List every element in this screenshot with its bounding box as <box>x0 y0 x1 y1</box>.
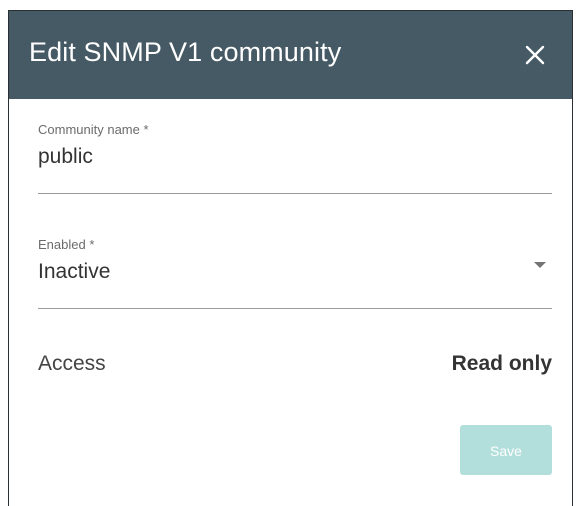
dialog-header: Edit SNMP V1 community <box>9 11 572 99</box>
enabled-selected-value[interactable]: Inactive <box>38 260 552 284</box>
dialog-title: Edit SNMP V1 community <box>29 37 342 67</box>
close-icon[interactable] <box>524 44 546 66</box>
access-value: Read only <box>451 352 552 375</box>
access-label: Access <box>38 352 106 375</box>
community-name-field[interactable]: Community name * public <box>38 122 552 195</box>
community-name-input[interactable]: public <box>38 145 552 169</box>
enabled-select[interactable]: Enabled * Inactive <box>38 237 552 309</box>
access-row: Access Read only <box>38 352 552 376</box>
enabled-label: Enabled * <box>38 237 95 252</box>
community-name-label: Community name * <box>38 122 149 137</box>
community-name-underline <box>38 193 552 194</box>
save-button[interactable]: Save <box>460 425 552 475</box>
edit-community-dialog: Edit SNMP V1 community Community name * … <box>8 10 573 506</box>
enabled-underline <box>38 308 552 309</box>
dropdown-arrow-icon[interactable] <box>534 262 546 268</box>
